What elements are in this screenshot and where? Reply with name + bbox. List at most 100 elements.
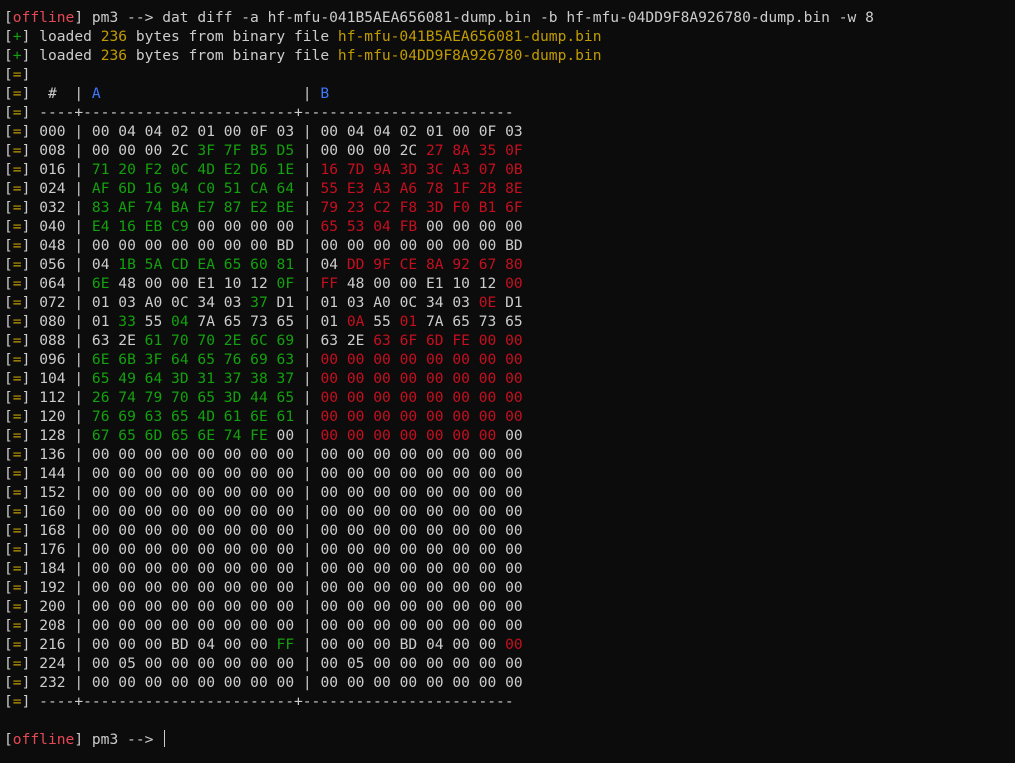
info-tag: = — [12, 123, 22, 140]
byte-b: 00 — [320, 370, 339, 387]
byte-a: 0C — [171, 294, 189, 311]
byte-b: 00 — [452, 617, 470, 634]
row-offset: 040 — [39, 218, 66, 235]
byte-a: 00 — [250, 541, 268, 558]
byte-a: 00 — [250, 598, 268, 615]
byte-b: 2B — [478, 180, 497, 197]
byte-a: AF — [118, 199, 136, 216]
byte-a: 00 — [91, 446, 110, 463]
byte-a: 65 — [223, 313, 242, 330]
byte-a: 00 — [250, 465, 268, 482]
byte-b: 8A — [452, 142, 470, 159]
row-offset: 088 — [39, 332, 66, 349]
diff-row: [=] 016 | 71 20 F2 0C 4D E2 D6 1E | 16 7… — [4, 161, 523, 178]
byte-b: 00 — [399, 427, 418, 444]
byte-b: 00 — [373, 351, 391, 368]
byte-a: 16 — [144, 180, 163, 197]
row-offset: 176 — [39, 541, 66, 558]
byte-a: 00 — [250, 560, 268, 577]
byte-a: B5 — [250, 142, 268, 159]
byte-a: 70 — [171, 332, 189, 349]
byte-b: 1F — [452, 180, 470, 197]
byte-b: 00 — [346, 541, 365, 558]
byte-b: 00 — [478, 465, 497, 482]
info-tag: = — [12, 465, 22, 482]
offset-header: # — [30, 85, 75, 102]
byte-b: 00 — [425, 465, 444, 482]
byte-b: 00 — [505, 674, 523, 691]
column-b-header: B — [320, 85, 330, 102]
byte-a: 00 — [197, 237, 215, 254]
byte-a: 61 — [276, 408, 295, 425]
byte-a: 00 — [250, 484, 268, 501]
byte-b: 00 — [373, 522, 391, 539]
byte-a: 00 — [250, 446, 268, 463]
byte-a: 2E — [223, 332, 242, 349]
byte-a: 00 — [276, 655, 295, 672]
byte-b: 04 — [346, 123, 365, 140]
text-cursor[interactable] — [164, 730, 166, 747]
byte-b: 00 — [399, 579, 418, 596]
info-tag: = — [12, 579, 22, 596]
byte-a: 00 — [118, 522, 136, 539]
byte-a: 00 — [118, 142, 136, 159]
byte-count: 236 — [100, 47, 128, 64]
byte-a: 00 — [223, 237, 242, 254]
byte-b: 00 — [425, 617, 444, 634]
row-offset: 016 — [39, 161, 66, 178]
byte-a: 4D — [197, 408, 215, 425]
diff-row: [=] 088 | 63 2E 61 70 70 2E 6C 69 | 63 2… — [4, 332, 523, 349]
byte-b: 03 — [452, 294, 470, 311]
byte-b: 00 — [478, 522, 497, 539]
byte-b: 00 — [373, 636, 391, 653]
byte-a: 55 — [144, 313, 163, 330]
info-tag: = — [12, 484, 22, 501]
byte-b: 00 — [320, 636, 339, 653]
byte-b: 00 — [346, 560, 365, 577]
byte-b: 00 — [320, 446, 339, 463]
byte-b: 0C — [399, 294, 418, 311]
byte-b: 9F — [373, 256, 391, 273]
byte-a: 10 — [223, 275, 242, 292]
byte-b: 00 — [346, 617, 365, 634]
byte-b: 00 — [452, 465, 470, 482]
byte-b: 00 — [399, 351, 418, 368]
byte-a: 12 — [250, 275, 268, 292]
byte-a: 00 — [171, 541, 189, 558]
byte-a: 3F — [144, 351, 163, 368]
diff-row: [=] 128 | 67 65 6D 65 6E 74 FE 00 | 00 0… — [4, 427, 523, 444]
byte-a: 5A — [144, 256, 163, 273]
diff-row: [=] 096 | 6E 6B 3F 64 65 76 69 63 | 00 0… — [4, 351, 523, 368]
byte-a: 00 — [223, 541, 242, 558]
byte-a: 00 — [276, 465, 295, 482]
input-prompt-line[interactable]: [offline] pm3 --> — [4, 730, 1015, 749]
byte-b: F8 — [399, 199, 418, 216]
byte-b: 00 — [478, 560, 497, 577]
diff-row: [=] 144 | 00 00 00 00 00 00 00 00 | 00 0… — [4, 465, 523, 482]
byte-b: 00 — [373, 427, 391, 444]
byte-b: 00 — [373, 484, 391, 501]
byte-b: 34 — [425, 294, 444, 311]
row-offset: 080 — [39, 313, 66, 330]
byte-a: 00 — [250, 617, 268, 634]
byte-b: 7A — [425, 313, 444, 330]
row-offset: 032 — [39, 199, 66, 216]
byte-b: 00 — [320, 503, 339, 520]
diff-row: [=] 072 | 01 03 A0 0C 34 03 37 D1 | 01 0… — [4, 294, 523, 311]
byte-a: 00 — [91, 522, 110, 539]
byte-b: 00 — [346, 674, 365, 691]
byte-a: 74 — [144, 199, 163, 216]
byte-b: 6D — [425, 332, 444, 349]
byte-b: 00 — [505, 275, 523, 292]
byte-a: D6 — [250, 161, 268, 178]
byte-a: 3D — [171, 370, 189, 387]
byte-a: 00 — [91, 636, 110, 653]
info-tag: = — [12, 693, 22, 710]
terminal-window[interactable]: [offline] pm3 --> dat diff -a hf-mfu-041… — [4, 8, 1015, 763]
byte-b: 27 — [425, 142, 444, 159]
byte-b: 00 — [399, 655, 418, 672]
byte-b: 00 — [346, 351, 365, 368]
byte-a: 00 — [118, 541, 136, 558]
byte-b: 00 — [505, 446, 523, 463]
byte-a: 00 — [171, 674, 189, 691]
